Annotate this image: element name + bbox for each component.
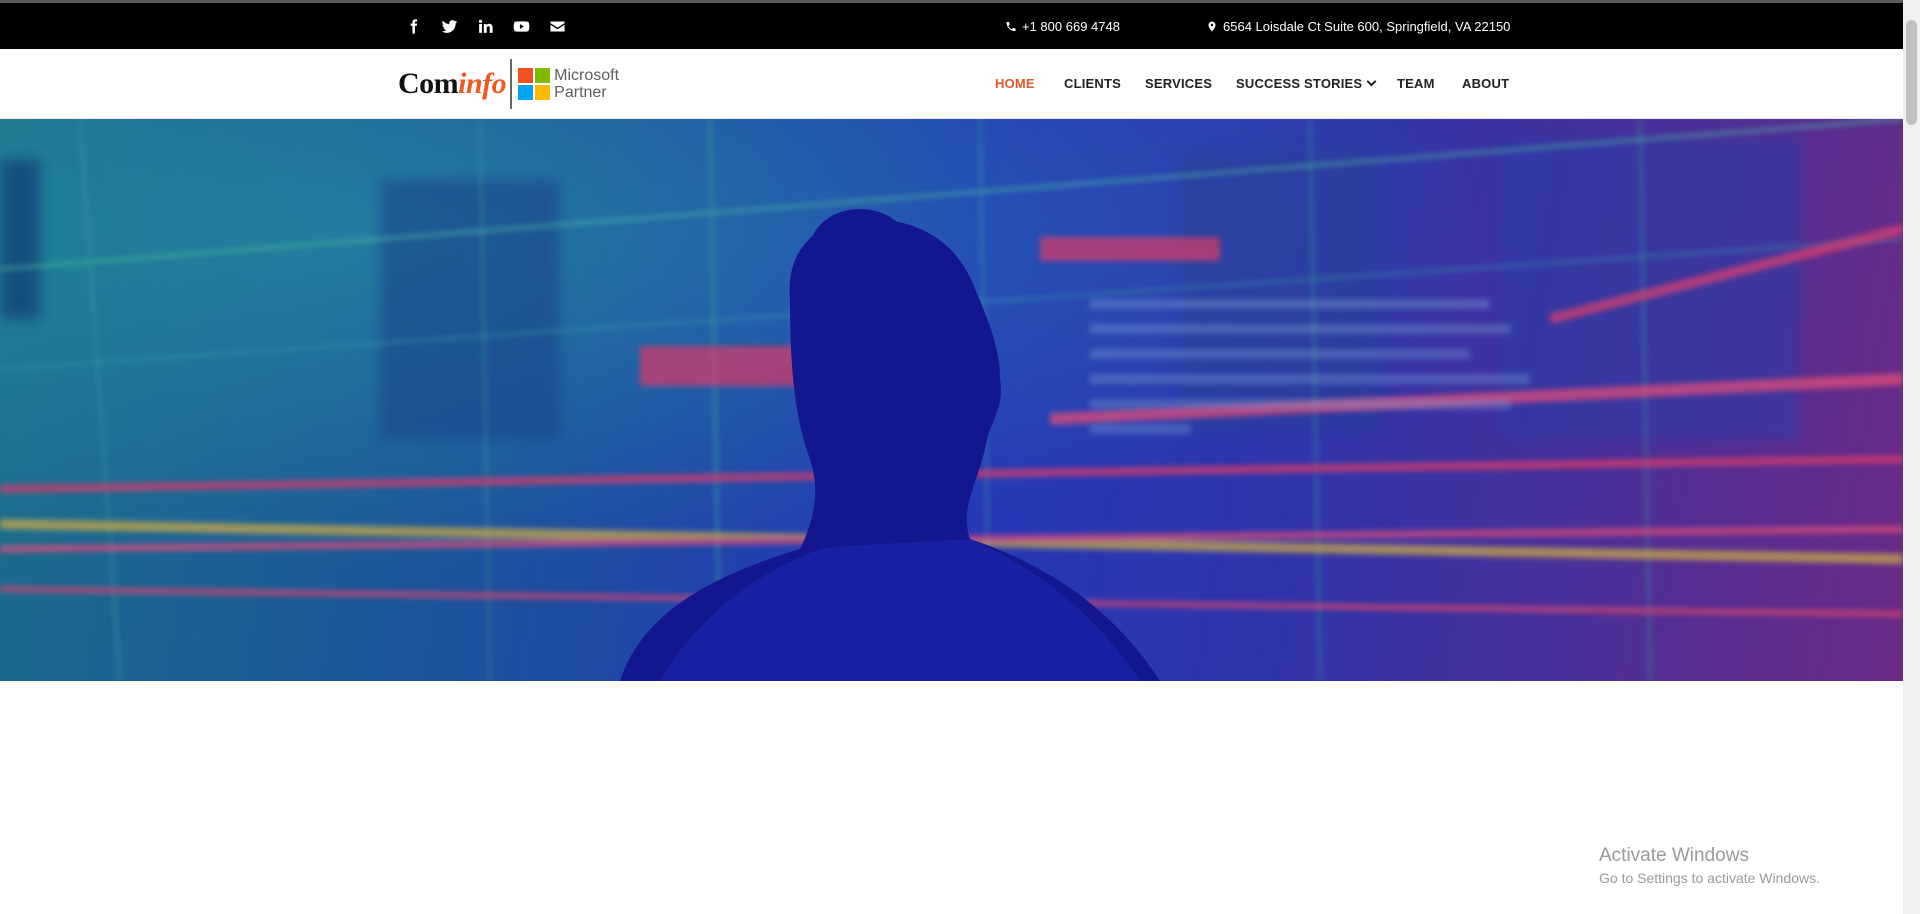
contact-phone[interactable]: +1 800 669 4748 — [1005, 3, 1120, 49]
contact-address: 6564 Loisdale Ct Suite 600, Springfield,… — [1206, 3, 1510, 49]
hero-image — [0, 119, 1903, 681]
chevron-down-icon — [1366, 76, 1377, 87]
nav-success-stories[interactable]: SUCCESS STORIES — [1236, 76, 1377, 91]
partner-badge-text: Microsoft Partner — [554, 67, 619, 101]
windows-activation-watermark: Activate Windows Go to Settings to activ… — [1599, 844, 1820, 888]
nav-about[interactable]: ABOUT — [1462, 76, 1509, 91]
nav-clients[interactable]: CLIENTS — [1064, 76, 1121, 91]
logo-wordmark: Cominfo — [398, 67, 507, 101]
logo-divider — [510, 59, 513, 109]
address-text: 6564 Loisdale Ct Suite 600, Springfield,… — [1223, 18, 1511, 34]
youtube-icon[interactable] — [510, 15, 532, 37]
nav-home[interactable]: HOME — [995, 76, 1035, 91]
linkedin-icon[interactable] — [474, 15, 496, 37]
nav-success-stories-label: SUCCESS STORIES — [1236, 76, 1363, 91]
scrollbar-thumb[interactable] — [1906, 20, 1917, 125]
top-info-bar: +1 800 669 4748 6564 Loisdale Ct Suite 6… — [0, 3, 1903, 49]
hero-banner — [0, 119, 1903, 681]
partner-line-1: Microsoft — [554, 67, 620, 84]
partner-line-2: Partner — [554, 84, 607, 101]
envelope-icon[interactable] — [546, 15, 568, 37]
watermark-title: Activate Windows — [1599, 845, 1749, 866]
logo-word-start: Com — [398, 67, 459, 100]
watermark-subtitle: Go to Settings to activate Windows. — [1599, 870, 1820, 886]
phone-icon — [1006, 21, 1016, 31]
nav-team[interactable]: TEAM — [1397, 76, 1435, 91]
twitter-icon[interactable] — [438, 15, 460, 37]
page-scrollbar[interactable] — [1903, 0, 1920, 914]
microsoft-logo-icon — [518, 68, 551, 100]
phone-number: +1 800 669 4748 — [1022, 18, 1120, 34]
nav-services[interactable]: SERVICES — [1145, 76, 1212, 91]
facebook-icon[interactable] — [402, 15, 424, 37]
map-marker-icon — [1208, 21, 1216, 31]
social-links — [402, 3, 568, 49]
main-navbar: Cominfo Microsoft Partner HOME CLIENTS S… — [0, 49, 1903, 119]
site-logo[interactable]: Cominfo Microsoft Partner — [398, 57, 619, 111]
logo-word-accent: info — [458, 67, 507, 100]
